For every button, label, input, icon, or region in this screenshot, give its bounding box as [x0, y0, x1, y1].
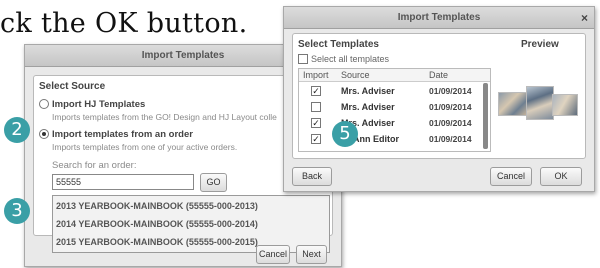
back-button[interactable]: Back — [292, 167, 332, 186]
preview-thumb-right — [552, 94, 578, 116]
instruction-text: ck the OK button. — [0, 8, 248, 39]
select-all-checkbox[interactable] — [298, 54, 308, 64]
preview-thumb-center — [526, 86, 554, 120]
row-checkbox[interactable]: ✓ — [311, 86, 321, 96]
preview-label: Preview — [521, 39, 559, 50]
step-badge-5: 5 — [332, 121, 358, 147]
step-badge-3: 3 — [4, 198, 30, 224]
table-scrollbar[interactable] — [483, 83, 488, 149]
option-order-label[interactable]: Import templates from an order — [52, 129, 193, 140]
option-hj-templates-desc: Imports templates from the GO! Design an… — [52, 112, 277, 122]
row-source: Mrs. Adviser — [341, 102, 395, 112]
search-order-label: Search for an order: — [52, 160, 137, 171]
col-import: Import — [303, 70, 329, 80]
section-heading: Select Templates — [298, 39, 379, 50]
section-heading: Select Source — [39, 81, 106, 92]
row-date: 01/09/2014 — [429, 118, 472, 128]
select-all-label[interactable]: Select all templates — [311, 54, 389, 64]
col-source: Source — [341, 70, 370, 80]
row-checkbox[interactable]: ✓ — [311, 118, 321, 128]
order-result-2014[interactable]: 2014 YEARBOOK-MAINBOOK (55555-000-2014) — [56, 216, 258, 232]
preview-thumb-left — [498, 92, 528, 116]
next-button[interactable]: Next — [296, 245, 327, 264]
option-order-desc: Imports templates from one of your activ… — [52, 142, 238, 152]
dialog-title-text: Import Templates — [397, 12, 481, 23]
cancel-button[interactable]: Cancel — [256, 245, 290, 264]
option-hj-templates-label[interactable]: Import HJ Templates — [52, 99, 145, 110]
row-date: 01/09/2014 — [429, 134, 472, 144]
search-order-input[interactable]: 55555 — [52, 174, 194, 190]
step-badge-2: 2 — [4, 117, 30, 143]
row-source: Mrs. Adviser — [341, 86, 395, 96]
templates-table: Import Source Date ✓ Mrs. Adviser 01/09/… — [298, 68, 491, 152]
order-result-2015[interactable]: 2015 YEARBOOK-MAINBOOK (55555-000-2015) — [56, 234, 258, 250]
ok-button[interactable]: OK — [540, 167, 582, 186]
import-templates-dialog-select: Import Templates × Select Templates Prev… — [283, 6, 595, 192]
table-header: Import Source Date — [299, 69, 490, 82]
template-preview-image — [496, 86, 580, 132]
cancel-button[interactable]: Cancel — [490, 167, 532, 186]
close-icon[interactable]: × — [581, 7, 588, 29]
row-date: 01/09/2014 — [429, 102, 472, 112]
col-date: Date — [429, 70, 449, 80]
option-hj-templates-radio[interactable] — [39, 99, 49, 109]
row-source: Ann Editor — [353, 134, 399, 144]
order-result-2013[interactable]: 2013 YEARBOOK-MAINBOOK (55555-000-2013) — [56, 198, 258, 214]
row-checkbox[interactable]: ✓ — [311, 134, 321, 144]
option-order-radio[interactable] — [39, 129, 49, 139]
row-checkbox[interactable] — [311, 102, 321, 112]
dialog-title: Import Templates × — [284, 7, 594, 29]
row-date: 01/09/2014 — [429, 86, 472, 96]
go-button[interactable]: GO — [200, 173, 227, 192]
